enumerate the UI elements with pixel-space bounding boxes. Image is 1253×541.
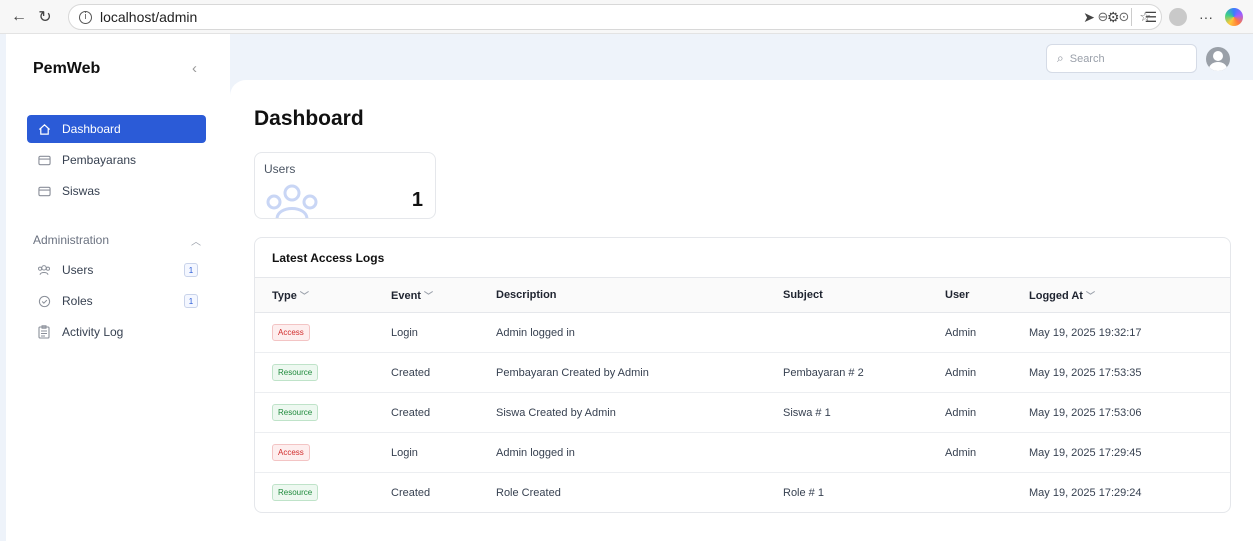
column-header-description: Description (496, 277, 783, 313)
logged-at-cell: May 19, 2025 17:29:45 (1029, 432, 1230, 473)
sidebar-item-roles[interactable]: Roles 1 (27, 287, 206, 315)
favorites-icon[interactable]: ☰ (1144, 9, 1157, 26)
description-cell: Admin logged in (496, 432, 783, 473)
browser-toolbar: ← ↻ i localhost/admin ⊖ ⊙ ☆ ➤ ⚙ ☰ ··· (0, 0, 1253, 34)
table-row[interactable]: Access Login Admin logged in Admin May 1… (255, 312, 1230, 353)
table-row[interactable]: Resource Created Siswa Created by Admin … (255, 392, 1230, 433)
event-cell: Login (391, 432, 496, 473)
chevron-down-icon[interactable]: ﹀ (424, 291, 433, 301)
sidebar-item-label: Users (62, 263, 94, 277)
profile-icon[interactable] (1169, 8, 1187, 26)
access-logs-table: Type ﹀ Event ﹀ Description Subject User Lo… (255, 277, 1230, 513)
count-badge: 1 (184, 263, 198, 277)
sidebar-item-siswas[interactable]: Siswas (27, 177, 206, 205)
sidebar-item-users[interactable]: Users 1 (27, 256, 206, 284)
search-icon: ⌕ (1057, 51, 1064, 65)
sidebar-item-dashboard[interactable]: Dashboard (27, 115, 206, 143)
clipboard-icon (35, 325, 53, 339)
address-bar[interactable]: i localhost/admin ⊖ ⊙ ☆ (68, 4, 1162, 30)
shield-check-icon (35, 295, 53, 308)
toolbar-divider (1131, 8, 1133, 26)
url-text: localhost/admin (100, 9, 198, 25)
column-header-type[interactable]: Type ﹀ (255, 277, 391, 313)
folder-icon (35, 185, 53, 197)
column-header-logged-at[interactable]: Logged At ﹀ (1029, 277, 1230, 313)
chevron-down-icon[interactable]: ﹀ (300, 291, 309, 301)
brand-logo[interactable]: PemWeb (33, 60, 100, 78)
stat-value: 1 (411, 189, 423, 211)
subject-cell (783, 432, 945, 473)
description-cell: Pembayaran Created by Admin (496, 352, 783, 393)
sidebar-item-activity-log[interactable]: Activity Log (27, 318, 206, 346)
description-cell: Admin logged in (496, 312, 783, 353)
users-icon (35, 264, 53, 276)
type-badge: Resource (272, 404, 319, 421)
chevron-down-icon[interactable]: ﹀ (1086, 291, 1095, 301)
card-title: Latest Access Logs (272, 251, 385, 265)
event-cell: Login (391, 312, 496, 353)
column-header-user: User (945, 277, 1029, 313)
cursor-icon[interactable]: ➤ (1083, 9, 1095, 26)
type-badge: Access (272, 444, 310, 461)
home-icon (35, 123, 53, 136)
subject-cell: Siswa # 1 (783, 392, 945, 433)
sidebar: PemWeb ‹ Dashboard Pembayarans Siswas Ad… (6, 34, 230, 541)
subject-cell (783, 312, 945, 353)
type-badge: Resource (272, 484, 319, 502)
type-badge: Resource (272, 364, 319, 381)
sidebar-item-label: Siswas (62, 184, 101, 198)
description-cell: Siswa Created by Admin (496, 392, 783, 433)
logged-at-cell: May 19, 2025 17:29:24 (1029, 486, 1142, 499)
search-input[interactable]: ⌕ Search (1046, 44, 1197, 73)
sidebar-group-administration[interactable]: Administration (33, 233, 109, 247)
users-stat-card[interactable]: Users 1 (254, 152, 436, 219)
description-cell: Role Created (496, 486, 561, 499)
column-header-subject: Subject (783, 277, 945, 313)
event-cell: Created (391, 392, 496, 433)
table-header-row: Type ﹀ Event ﹀ Description Subject User Lo… (255, 277, 1230, 313)
chevron-up-icon[interactable]: ︿ (191, 233, 201, 248)
count-badge: 1 (184, 294, 198, 308)
main-content: Dashboard Users 1 Latest Access Logs Typ… (230, 80, 1253, 541)
sidebar-item-label: Pembayarans (62, 153, 137, 167)
sidebar-item-label: Roles (62, 294, 93, 308)
collapse-sidebar-icon[interactable]: ‹ (192, 60, 197, 77)
back-arrow-icon[interactable]: ← (6, 4, 32, 30)
subject-cell: Pembayaran # 2 (783, 352, 945, 393)
search-placeholder: Search (1069, 52, 1105, 65)
site-info-icon[interactable]: i (79, 10, 92, 24)
column-header-event[interactable]: Event ﹀ (391, 277, 496, 313)
copilot-icon[interactable] (1225, 8, 1243, 26)
subject-cell: Role # 1 (783, 486, 824, 499)
table-row[interactable]: Resource Created Pembayaran Created by A… (255, 352, 1230, 393)
event-cell: Created (391, 352, 496, 393)
user-cell: Admin (945, 392, 1029, 433)
user-cell: Admin (945, 432, 1029, 473)
reload-icon[interactable]: ↻ (32, 4, 58, 30)
table-row[interactable]: Access Login Admin logged in Admin May 1… (255, 432, 1230, 473)
users-icon (266, 184, 318, 218)
table-row[interactable]: Resource Created Role Created Role # 1 M… (255, 473, 1230, 513)
logged-at-cell: May 19, 2025 19:32:17 (1029, 312, 1230, 353)
logged-at-cell: May 19, 2025 17:53:06 (1029, 392, 1230, 433)
extensions-icon[interactable]: ⚙ (1107, 9, 1120, 26)
sidebar-item-label: Activity Log (62, 325, 124, 339)
access-logs-card: Latest Access Logs Type ﹀ Event ﹀ Descript… (254, 237, 1231, 513)
sidebar-item-pembayarans[interactable]: Pembayarans (27, 146, 206, 174)
type-badge: Access (272, 324, 310, 341)
stat-label: Users (264, 162, 296, 176)
folder-icon (35, 154, 53, 166)
event-cell: Created (391, 486, 431, 499)
sidebar-item-label: Dashboard (62, 122, 121, 136)
more-icon[interactable]: ··· (1199, 9, 1213, 25)
user-cell: Admin (945, 352, 1029, 393)
avatar[interactable] (1206, 47, 1230, 71)
page-title: Dashboard (254, 107, 364, 130)
logged-at-cell: May 19, 2025 17:53:35 (1029, 352, 1230, 393)
user-cell (945, 473, 1029, 513)
user-cell: Admin (945, 312, 1029, 353)
